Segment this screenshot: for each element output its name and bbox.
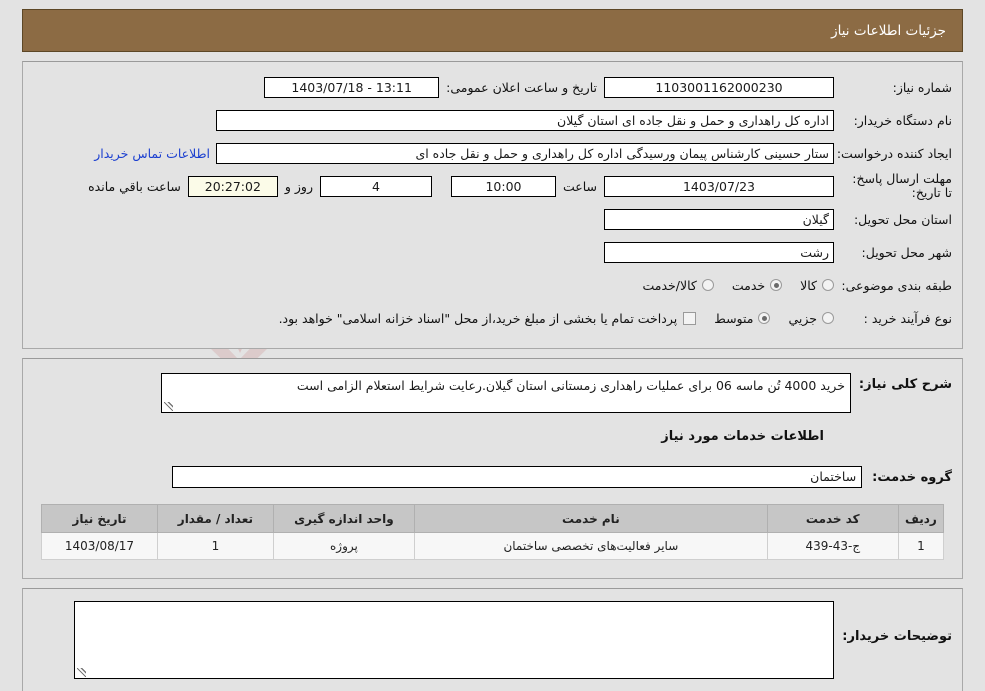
category-option-label: کالا xyxy=(800,277,817,293)
th-radif: ردیف xyxy=(897,504,945,533)
table-header-row: ردیف کد خدمت نام خدمت واحد اندازه گیری ت… xyxy=(41,504,945,533)
city-field[interactable]: رشت xyxy=(604,241,834,263)
page-header: جزئیات اطلاعات نیاز xyxy=(22,9,963,52)
row-need-number: شماره نیاز: 1103001162000230 تاریخ و ساع… xyxy=(33,72,952,102)
row-request-creator: ایجاد کننده درخواست: ستار حسینی کارشناس … xyxy=(33,138,952,168)
cell-qty: 1 xyxy=(156,532,274,560)
announce-datetime-field[interactable]: 1403/07/18 - 13:11 xyxy=(264,76,440,98)
process-option-motevaset[interactable]: متوسط xyxy=(714,310,771,326)
radio-icon[interactable] xyxy=(758,312,771,324)
countdown-label: ساعت باقي مانده xyxy=(88,178,181,194)
cell-radif: 1 xyxy=(897,532,945,560)
th-unit: واحد اندازه گیری xyxy=(272,504,415,533)
buyer-notes-textarea[interactable] xyxy=(74,601,835,679)
buyer-notes-label: توضیحات خریدار: xyxy=(842,629,952,644)
deadline-date-field[interactable]: 1403/07/23 xyxy=(604,175,834,197)
description-textarea[interactable]: خرید 4000 تُن ماسه 06 برای عملیات راهدار… xyxy=(160,373,851,413)
th-date: تاریخ نیاز xyxy=(41,504,158,533)
services-section-heading: اطلاعات خدمات مورد نیاز xyxy=(661,429,824,444)
countdown-field[interactable]: 20:27:02 xyxy=(187,175,278,197)
deadline-label: مهلت ارسال پاسخ: تا تاریخ: xyxy=(852,170,952,200)
radio-icon[interactable] xyxy=(701,279,714,291)
service-group-field[interactable]: ساختمان xyxy=(172,466,863,488)
need-number-field[interactable]: 1103001162000230 xyxy=(604,76,834,98)
row-process-type: نوع فرآیند خرید : جزیي متوسط پرداخت تمام… xyxy=(33,303,952,333)
province-label: استان محل تحویل: xyxy=(853,211,952,227)
process-option-jozee[interactable]: جزیي xyxy=(788,311,834,326)
creator-field[interactable]: ستار حسینی کارشناس پیمان ورسیدگی اداره ک… xyxy=(216,142,834,164)
category-option-label: خدمت xyxy=(731,277,766,293)
row-description: شرح کلی نیاز: خرید 4000 تُن ماسه 06 برای… xyxy=(33,373,952,413)
page-title: جزئیات اطلاعات نیاز xyxy=(831,22,946,39)
process-label: نوع فرآیند خرید : xyxy=(863,310,952,326)
deadline-hour-field[interactable]: 10:00 xyxy=(450,175,556,197)
th-name: نام خدمت xyxy=(413,504,768,533)
buyer-notes-panel: توضیحات خریدار: xyxy=(22,588,963,691)
buyer-org-label: نام دستگاه خریدار: xyxy=(853,112,952,128)
row-buyer-org: نام دستگاه خریدار: اداره کل راهداری و حم… xyxy=(33,105,952,135)
category-radio-group: کالا خدمت کالا/خدمت xyxy=(624,278,834,293)
need-info-panel: شماره نیاز: 1103001162000230 تاریخ و ساع… xyxy=(22,61,963,349)
radio-icon[interactable] xyxy=(822,279,834,291)
buyer-contact-link[interactable]: اطلاعات تماس خریدار xyxy=(88,146,216,161)
th-qty: تعداد / مقدار xyxy=(156,504,274,533)
services-table: ردیف کد خدمت نام خدمت واحد اندازه گیری ت… xyxy=(41,504,945,560)
service-group-label: گروه خدمت: xyxy=(872,469,952,485)
radio-icon[interactable] xyxy=(770,279,783,291)
days-label: روز و xyxy=(284,178,313,194)
need-number-label: شماره نیاز: xyxy=(892,79,952,95)
process-radio-group: جزیي متوسط xyxy=(696,311,834,326)
category-option-label: کالا/خدمت xyxy=(642,277,697,293)
category-label: طبقه بندی موضوعی: xyxy=(841,277,952,293)
table-row[interactable]: 1 ج-43-439 سایر فعالیت‌های تخصصی ساختمان… xyxy=(41,532,945,560)
category-option-kala[interactable]: کالا xyxy=(800,278,834,293)
process-option-label: جزیي xyxy=(788,310,817,326)
category-option-kala-khedmat[interactable]: کالا/خدمت xyxy=(642,277,714,293)
announce-label: تاریخ و ساعت اعلان عمومی: xyxy=(446,79,597,95)
process-option-label: متوسط xyxy=(714,310,754,326)
cell-name: سایر فعالیت‌های تخصصی ساختمان xyxy=(413,532,768,560)
row-province: استان محل تحویل: گیلان xyxy=(33,204,952,234)
row-city: شهر محل تحویل: رشت xyxy=(33,237,952,267)
row-deadline: مهلت ارسال پاسخ: تا تاریخ: 1403/07/23 سا… xyxy=(33,171,952,201)
row-category: طبقه بندی موضوعی: کالا خدمت کالا/خدمت xyxy=(33,270,952,300)
row-service-group: گروه خدمت: ساختمان xyxy=(33,466,952,488)
cell-unit: پروژه xyxy=(272,532,415,560)
radio-icon[interactable] xyxy=(822,312,834,324)
treasury-note: پرداخت تمام یا بخشی از مبلغ خرید،از محل … xyxy=(278,310,678,326)
cell-date: 1403/08/17 xyxy=(41,532,158,560)
description-label: شرح کلی نیاز: xyxy=(858,377,952,392)
need-description-panel: شرح کلی نیاز: خرید 4000 تُن ماسه 06 برای… xyxy=(22,358,963,579)
row-buyer-notes: توضیحات خریدار: xyxy=(33,601,952,679)
category-option-khedmat[interactable]: خدمت xyxy=(731,277,783,293)
remaining-days-field[interactable]: 4 xyxy=(319,175,432,197)
services-table-wrap: ردیف کد خدمت نام خدمت واحد اندازه گیری ت… xyxy=(41,504,945,560)
creator-label: ایجاد کننده درخواست: xyxy=(836,145,952,161)
th-code: کد خدمت xyxy=(766,504,899,533)
treasury-checkbox[interactable] xyxy=(683,311,697,325)
cell-code: ج-43-439 xyxy=(766,532,899,560)
province-field[interactable]: گیلان xyxy=(604,208,834,230)
hour-label: ساعت xyxy=(562,178,597,194)
buyer-org-field[interactable]: اداره کل راهداری و حمل و نقل جاده ای است… xyxy=(216,109,834,131)
city-label: شهر محل تحویل: xyxy=(861,244,952,260)
